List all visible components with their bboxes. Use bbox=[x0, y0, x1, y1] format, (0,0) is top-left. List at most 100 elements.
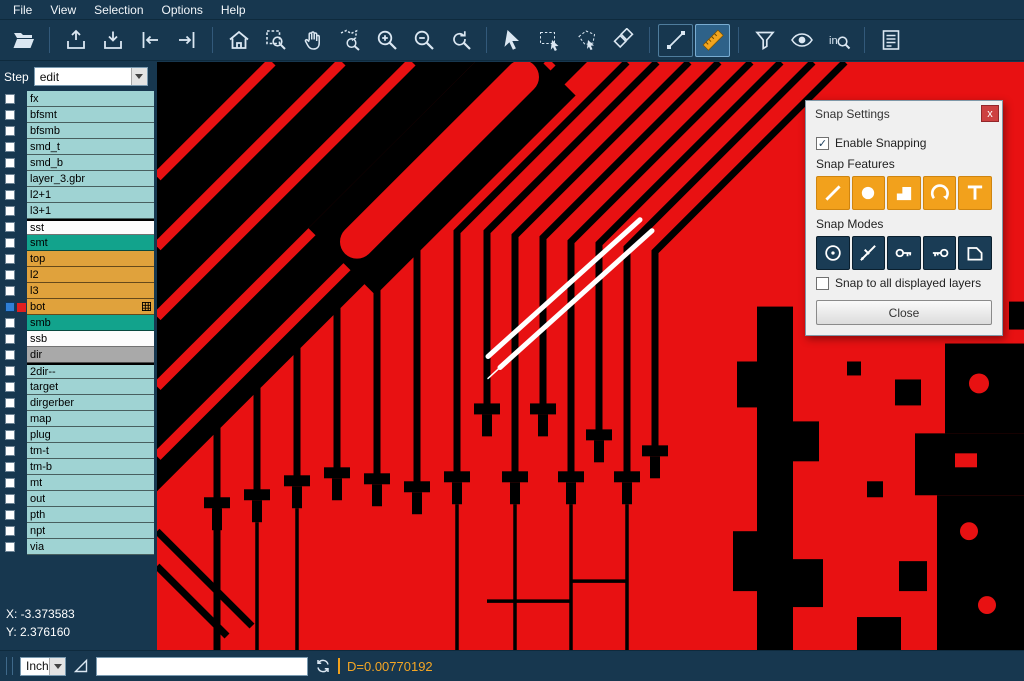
layer-name-cell[interactable]: l3+1 bbox=[27, 203, 154, 219]
shift-left-button[interactable] bbox=[132, 24, 167, 57]
snap-feature-pad[interactable] bbox=[852, 176, 886, 210]
layer-visibility-checkbox[interactable] bbox=[5, 238, 15, 248]
layer-name-cell[interactable]: smd_t bbox=[27, 139, 154, 155]
layer-name-cell[interactable]: 2dir-- bbox=[27, 363, 154, 379]
layer-row-tm-b[interactable]: tm-b bbox=[0, 459, 157, 475]
layer-name-cell[interactable]: map bbox=[27, 411, 154, 427]
layer-row-bfsmb[interactable]: bfsmb bbox=[0, 123, 157, 139]
layer-row-out[interactable]: out bbox=[0, 491, 157, 507]
step-dropdown[interactable]: edit bbox=[34, 67, 148, 86]
layer-row-fx[interactable]: fx bbox=[0, 91, 157, 107]
snap-mode-key-right[interactable] bbox=[923, 236, 957, 270]
command-input[interactable] bbox=[96, 657, 308, 676]
layer-visibility-checkbox[interactable] bbox=[5, 334, 15, 344]
layer-name-cell[interactable]: tm-t bbox=[27, 443, 154, 459]
zoom-polygon-button[interactable] bbox=[332, 24, 367, 57]
chevron-down-icon[interactable] bbox=[131, 68, 147, 85]
close-button[interactable]: Close bbox=[816, 300, 992, 325]
layer-name-cell[interactable]: plug bbox=[27, 427, 154, 443]
report-button[interactable] bbox=[873, 24, 908, 57]
find-button[interactable]: in bbox=[821, 24, 856, 57]
layer-row-bot[interactable]: bot bbox=[0, 299, 157, 315]
layer-name-cell[interactable]: smb bbox=[27, 315, 154, 331]
snap-feature-line[interactable] bbox=[816, 176, 850, 210]
filter-button[interactable] bbox=[747, 24, 782, 57]
enable-snapping-row[interactable]: Enable Snapping bbox=[816, 136, 992, 150]
layer-row-sst[interactable]: sst bbox=[0, 219, 157, 235]
layer-visibility-checkbox[interactable] bbox=[5, 286, 15, 296]
layer-row-target[interactable]: target bbox=[0, 379, 157, 395]
layer-visibility-checkbox[interactable] bbox=[5, 222, 15, 232]
layer-name-cell[interactable]: via bbox=[27, 539, 154, 555]
snap-feature-arc[interactable] bbox=[923, 176, 957, 210]
layer-row-layer_3.gbr[interactable]: layer_3.gbr bbox=[0, 171, 157, 187]
layer-name-cell[interactable]: ssb bbox=[27, 331, 154, 347]
layer-name-cell[interactable]: dirgerber bbox=[27, 395, 154, 411]
layer-visibility-checkbox[interactable] bbox=[5, 126, 15, 136]
shift-right-button[interactable] bbox=[169, 24, 204, 57]
snap-all-layers-row[interactable]: Snap to all displayed layers bbox=[816, 276, 992, 290]
layer-row-dirgerber[interactable]: dirgerber bbox=[0, 395, 157, 411]
layer-name-cell[interactable]: fx bbox=[27, 91, 154, 107]
snap-mode-outline[interactable] bbox=[958, 236, 992, 270]
menu-selection[interactable]: Selection bbox=[85, 0, 152, 20]
layer-visibility-checkbox[interactable] bbox=[5, 110, 15, 120]
layer-visibility-checkbox[interactable] bbox=[5, 414, 15, 424]
open-folder-button[interactable] bbox=[6, 24, 41, 57]
layer-visibility-checkbox[interactable] bbox=[5, 270, 15, 280]
layer-name-cell[interactable]: l2+1 bbox=[27, 187, 154, 203]
layer-row-map[interactable]: map bbox=[0, 411, 157, 427]
pan-hand-button[interactable] bbox=[295, 24, 330, 57]
layer-visibility-checkbox[interactable] bbox=[5, 366, 15, 376]
layer-visibility-checkbox[interactable] bbox=[5, 478, 15, 488]
layer-name-cell[interactable]: l2 bbox=[27, 267, 154, 283]
layer-name-cell[interactable]: bfsmb bbox=[27, 123, 154, 139]
layer-name-cell[interactable]: npt bbox=[27, 523, 154, 539]
close-icon[interactable]: x bbox=[981, 105, 999, 122]
layer-row-pth[interactable]: pth bbox=[0, 507, 157, 523]
snap-mode-nearest[interactable] bbox=[852, 236, 886, 270]
layer-visibility-checkbox[interactable] bbox=[5, 462, 15, 472]
layer-visibility-checkbox[interactable] bbox=[5, 526, 15, 536]
layer-visibility-checkbox[interactable] bbox=[5, 302, 15, 312]
unit-dropdown[interactable]: Inch bbox=[20, 657, 66, 676]
layer-row-l2+1[interactable]: l2+1 bbox=[0, 187, 157, 203]
select-polygon-button[interactable] bbox=[569, 24, 604, 57]
layer-name-cell[interactable]: mt bbox=[27, 475, 154, 491]
layer-name-cell[interactable]: out bbox=[27, 491, 154, 507]
layer-visibility-checkbox[interactable] bbox=[5, 382, 15, 392]
enable-snapping-checkbox[interactable] bbox=[816, 137, 829, 150]
import-bottom-button[interactable] bbox=[95, 24, 130, 57]
layer-row-smt[interactable]: smt bbox=[0, 235, 157, 251]
layer-name-cell[interactable]: smd_b bbox=[27, 155, 154, 171]
layer-visibility-checkbox[interactable] bbox=[5, 158, 15, 168]
layer-row-npt[interactable]: npt bbox=[0, 523, 157, 539]
layer-row-smd_b[interactable]: smd_b bbox=[0, 155, 157, 171]
layer-visibility-checkbox[interactable] bbox=[5, 142, 15, 152]
layer-name-cell[interactable]: target bbox=[27, 379, 154, 395]
layer-row-top[interactable]: top bbox=[0, 251, 157, 267]
layer-name-cell[interactable]: bot bbox=[27, 299, 154, 315]
snap-mode-key-left[interactable] bbox=[887, 236, 921, 270]
layer-name-cell[interactable]: smt bbox=[27, 235, 154, 251]
layer-visibility-checkbox[interactable] bbox=[5, 174, 15, 184]
layer-visibility-checkbox[interactable] bbox=[5, 542, 15, 552]
layer-visibility-checkbox[interactable] bbox=[5, 510, 15, 520]
layer-row-l2[interactable]: l2 bbox=[0, 267, 157, 283]
layer-name-cell[interactable]: layer_3.gbr bbox=[27, 171, 154, 187]
chevron-down-icon[interactable] bbox=[49, 658, 65, 675]
select-cursor-button[interactable] bbox=[495, 24, 530, 57]
layer-name-cell[interactable]: pth bbox=[27, 507, 154, 523]
layer-row-plug[interactable]: plug bbox=[0, 427, 157, 443]
zoom-in-button[interactable] bbox=[369, 24, 404, 57]
layer-row-l3+1[interactable]: l3+1 bbox=[0, 203, 157, 219]
layer-name-cell[interactable]: l3 bbox=[27, 283, 154, 299]
menu-help[interactable]: Help bbox=[212, 0, 255, 20]
layer-name-cell[interactable]: bfsmt bbox=[27, 107, 154, 123]
layer-row-ssb[interactable]: ssb bbox=[0, 331, 157, 347]
layer-row-via[interactable]: via bbox=[0, 539, 157, 555]
snap-mode-center[interactable] bbox=[816, 236, 850, 270]
layer-visibility-checkbox[interactable] bbox=[5, 318, 15, 328]
layer-visibility-checkbox[interactable] bbox=[5, 190, 15, 200]
snap-all-layers-checkbox[interactable] bbox=[816, 277, 829, 290]
